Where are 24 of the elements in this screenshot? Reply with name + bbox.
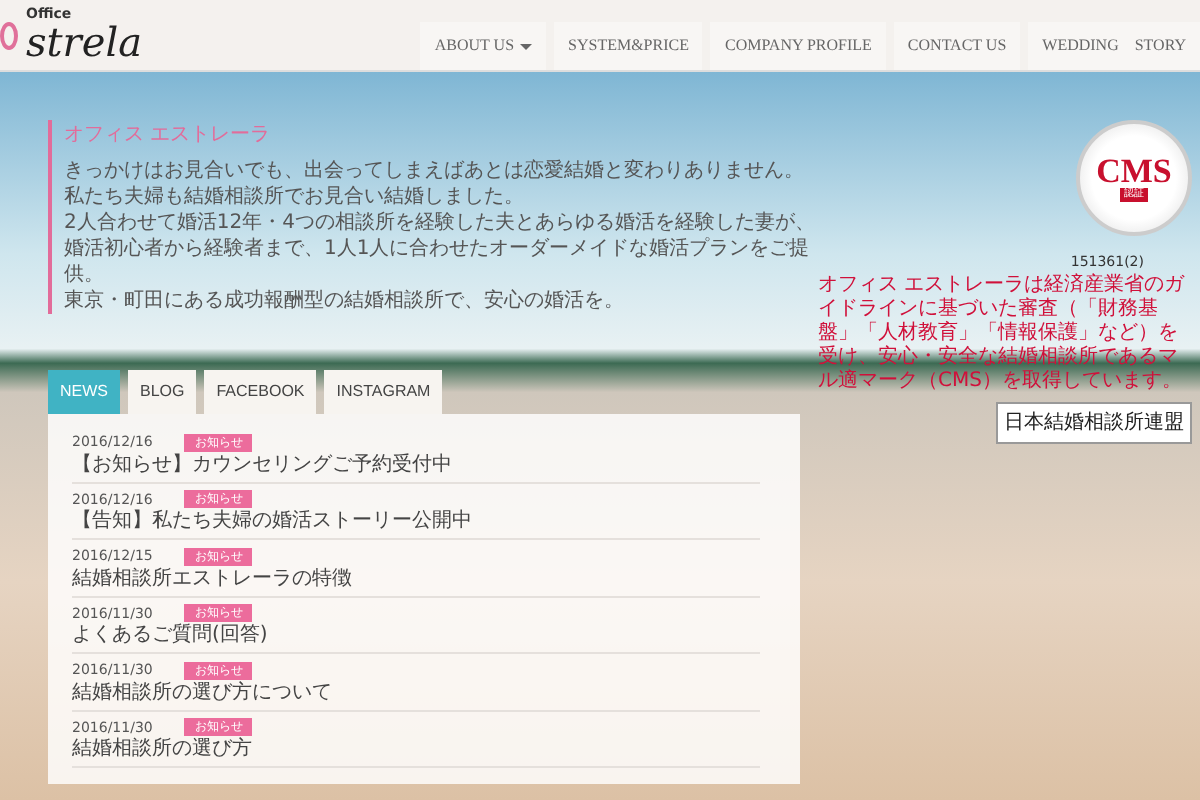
- news-title[interactable]: よくあるご質問(回答): [72, 624, 760, 648]
- news-title[interactable]: 【告知】私たち夫婦の婚活ストーリー公開中: [72, 510, 760, 534]
- news-tab[interactable]: FACEBOOK: [204, 370, 317, 414]
- intro-title: オフィス エストレーラ: [64, 122, 273, 150]
- news-title[interactable]: 【お知らせ】カウンセリングご予約受付中: [72, 453, 760, 477]
- news-title[interactable]: 結婚相談所エストレーラの特徴: [72, 567, 760, 591]
- news-tab[interactable]: INSTAGRAM: [324, 370, 443, 414]
- federation-banner[interactable]: 日本結婚相談所連盟: [996, 401, 1192, 443]
- seal-mark: CMS: [1096, 153, 1172, 188]
- intro-text: 東京・町田にある成功報酬型の結婚相談所で、安心の婚活を。: [64, 288, 626, 314]
- logo-script[interactable]: strela: [26, 22, 143, 62]
- nav-link[interactable]: CONTACT US: [893, 22, 1021, 70]
- intro-text: 私たち夫婦も結婚相談所でお見合い結婚しました。: [64, 184, 526, 210]
- intro-text: 2人合わせて婚活12年・4つの相談所を経験した夫とあらゆる婚活を経験した妻が、: [64, 210, 817, 236]
- nav-link[interactable]: COMPANY PROFILE: [710, 22, 886, 70]
- intro-text: 婚活初心者から経験者まで、1人1人に合わせたオーダーメイドな婚活プランをご提供。: [64, 236, 812, 288]
- nav-link[interactable]: SYSTEM&PRICE: [554, 22, 703, 70]
- news-title[interactable]: 結婚相談所の選び方: [72, 738, 760, 762]
- certification-text: オフィス エストレーラは経済産業省のガイドラインに基づいた審査（「財務基盤」「人材教育」「情報保護」など）を受け、安心・安全な結婚相談所であるマル適マーク（CMS）を取得しています。: [818, 273, 1187, 393]
- news-title[interactable]: 結婚相談所の選び方について: [72, 681, 760, 705]
- nav-link[interactable]: WEDDING STORY: [1028, 22, 1200, 70]
- news-tab[interactable]: BLOG: [128, 370, 197, 414]
- intro-text: きっかけはお見合いでも、出会ってしまえばあとは恋愛結婚と変わりありません。: [64, 158, 806, 184]
- nav-link[interactable]: ABOUT US: [420, 22, 547, 70]
